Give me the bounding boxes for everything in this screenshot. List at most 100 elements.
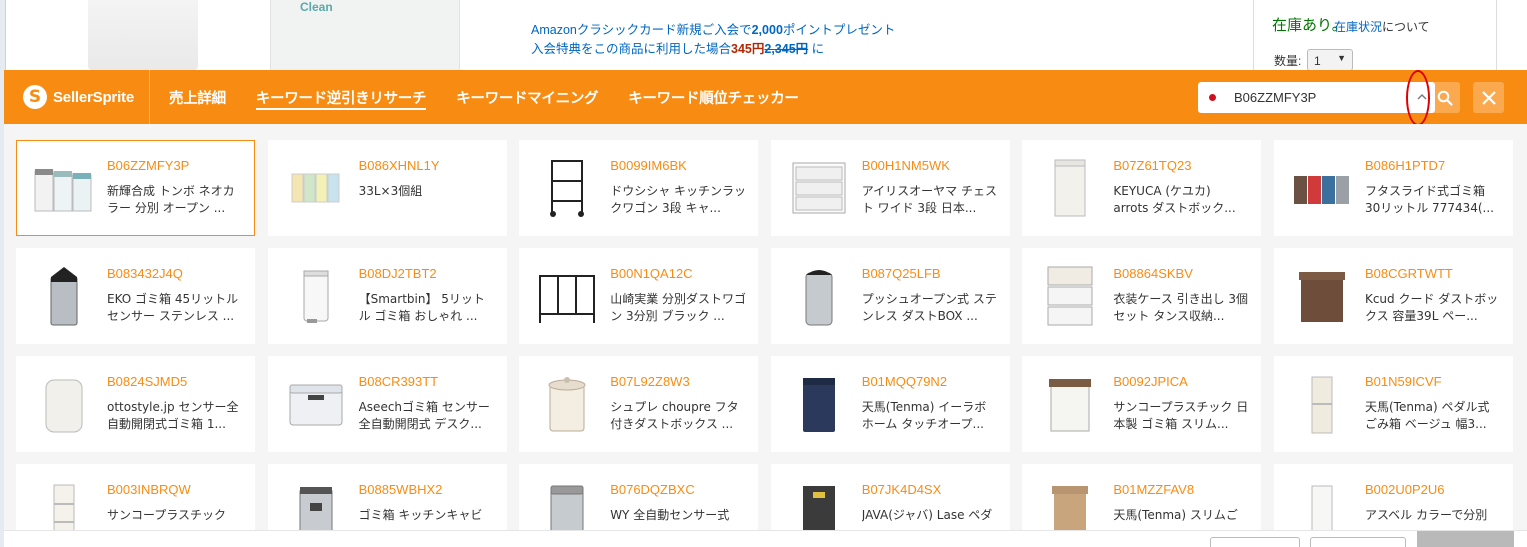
bottom-button-2[interactable] <box>1310 537 1406 547</box>
marketplace-flag-icon[interactable] <box>1209 94 1216 101</box>
product-asin[interactable]: B083432J4Q <box>107 266 183 281</box>
buybox-divider-right <box>1496 0 1497 70</box>
product-image-label: Clean <box>300 0 333 14</box>
product-asin[interactable]: B076DQZBXC <box>610 482 695 497</box>
product-title: WY 全自動センサー式 <box>610 508 730 522</box>
search-button[interactable] <box>1430 82 1460 113</box>
bottom-button-3[interactable] <box>1417 531 1514 547</box>
product-card[interactable]: B002U0P2U6 アスベル カラーで分別 <box>1273 464 1513 530</box>
product-title: ottostyle.jp センサー全自動開閉式ゴミ箱 1... <box>107 400 239 431</box>
product-card[interactable]: B083432J4Q EKO ゴミ箱 45リットル センサー ステンレス ... <box>16 248 255 344</box>
product-asin[interactable]: B00N1QA12C <box>610 266 692 281</box>
product-card[interactable]: B01MZZFAV8 天馬(Tenma) スリムご <box>1022 464 1262 530</box>
sensor-bin-icon <box>534 479 600 530</box>
card-promo-text[interactable]: Amazonクラシックカード新規ご入会で2,000ポイントプレゼント 入会特典を… <box>531 21 895 59</box>
product-card[interactable]: B08CGRTWTT Kcud クード ダストボックス 容量39L ペー... <box>1273 248 1513 344</box>
product-title: アスベル カラーで分別 <box>1364 508 1488 522</box>
product-image-main <box>270 0 460 70</box>
product-asin[interactable]: B07JK4D4SX <box>862 482 942 497</box>
product-asin[interactable]: B00H1NM5WK <box>862 158 950 173</box>
navy-bin-icon <box>786 371 852 437</box>
product-asin[interactable]: B0885WBHX2 <box>359 482 443 497</box>
product-image-thumb <box>88 0 198 70</box>
slim-bin-icon <box>1037 371 1103 437</box>
product-card[interactable]: B086XHNL1Y 33L×3個組 <box>267 140 507 236</box>
product-card[interactable]: B0099IM6BK ドウシシャ キッチンラックワゴン 3段 キャ... <box>519 140 759 236</box>
product-asin[interactable]: B087Q25LFB <box>862 266 941 281</box>
buybox-divider <box>1253 0 1254 70</box>
product-card[interactable]: B0092JPICA サンコープラスチック 日本製 ゴミ箱 スリム... <box>1022 356 1262 452</box>
quantity-select[interactable]: 1 ▼ <box>1307 49 1353 71</box>
logo-icon: S <box>23 85 47 109</box>
product-asin[interactable]: B01MZZFAV8 <box>1113 482 1194 497</box>
nav-item-keyword-mining[interactable]: キーワードマイニング <box>456 70 598 124</box>
product-card[interactable]: B07L92Z8W3 シュプレ choupre フタ付きダストボックス ... <box>519 356 759 452</box>
asin-search-input[interactable] <box>1234 90 1399 105</box>
product-card[interactable]: B0824SJMD5 ottostyle.jp センサー全自動開閉式ゴミ箱 1..… <box>16 356 255 452</box>
product-asin[interactable]: B0824SJMD5 <box>107 374 187 389</box>
three-bins-icon <box>31 155 97 221</box>
product-asin[interactable]: B07Z61TQ23 <box>1113 158 1191 173</box>
nav-item-sales-detail[interactable]: 売上詳細 <box>169 70 226 124</box>
product-card[interactable]: B00H1NM5WK アイリスオーヤマ チェスト ワイド 3段 日本... <box>770 140 1010 236</box>
product-card[interactable]: B076DQZBXC WY 全自動センサー式 <box>519 464 759 530</box>
round-bin-icon <box>31 371 97 437</box>
product-title: EKO ゴミ箱 45リットル センサー ステンレス ... <box>107 292 239 323</box>
product-title: ゴミ箱 キッチンキャビ <box>358 508 483 522</box>
product-title: ドウシシャ キッチンラックワゴン 3段 キャ... <box>610 184 747 215</box>
product-card[interactable]: B07Z61TQ23 KEYUCA (ケユカ) arrots ダストボック... <box>1022 140 1262 236</box>
tan-bin-icon <box>1037 479 1103 530</box>
product-title: 新輝合成 トンボ ネオカラー 分別 オープン ... <box>107 184 235 215</box>
logo-text: SellerSprite <box>53 88 134 106</box>
product-card[interactable]: B0885WBHX2 ゴミ箱 キッチンキャビ <box>267 464 507 530</box>
product-card[interactable]: B087Q25LFB プッシュオープン式 ステンレス ダストBOX ... <box>770 248 1010 344</box>
steel-bin-icon <box>31 263 97 329</box>
product-asin[interactable]: B0099IM6BK <box>610 158 687 173</box>
sellersprite-logo[interactable]: S SellerSprite <box>4 70 150 124</box>
bottom-button-1[interactable] <box>1210 537 1300 547</box>
product-asin[interactable]: B003INBRQW <box>107 482 191 497</box>
product-card[interactable]: B06ZZMFY3P 新輝合成 トンボ ネオカラー 分別 オープン ... <box>16 140 255 236</box>
product-card[interactable]: B08864SKBV 衣装ケース 引き出し 3個セット タンス収納... <box>1022 248 1262 344</box>
product-asin[interactable]: B002U0P2U6 <box>1365 482 1445 497</box>
close-icon <box>1481 90 1496 105</box>
product-title: 天馬(Tenma) スリムご <box>1113 508 1238 522</box>
product-title: 【Smartbin】 5リットル ゴミ箱 おしゃれ ... <box>358 292 485 323</box>
product-card[interactable]: B086H1PTD7 フタスライド式ゴミ箱 30リットル 777434(... <box>1273 140 1513 236</box>
product-title: シュプレ choupre フタ付きダストボックス ... <box>610 400 739 431</box>
cabinet-bin-icon <box>283 479 349 530</box>
product-asin[interactable]: B08864SKBV <box>1113 266 1193 281</box>
color-bins-icon <box>1289 155 1355 221</box>
product-card[interactable]: B01N59ICVF 天馬(Tenma) ペダル式 ごみ箱 ベージュ 幅3... <box>1273 356 1513 452</box>
product-asin[interactable]: B01MQQ79N2 <box>862 374 947 389</box>
product-card[interactable]: B07JK4D4SX JAVA(ジャバ) Lase ペダ <box>770 464 1010 530</box>
nav-item-reverse-keyword[interactable]: キーワード逆引きリサーチ <box>255 70 427 124</box>
chest-drawer-icon <box>786 155 852 221</box>
product-asin[interactable]: B06ZZMFY3P <box>107 158 189 173</box>
product-asin[interactable]: B08CGRTWTT <box>1365 266 1453 281</box>
product-title: 天馬(Tenma) イーラボ ホーム タッチオープ... <box>861 400 987 431</box>
sellersprite-toolbar: S SellerSprite 売上詳細 キーワード逆引きリサーチ キーワードマイ… <box>4 70 1527 126</box>
bag-rack-icon <box>534 263 600 329</box>
storage-case-icon <box>1037 263 1103 329</box>
white-bin-icon <box>1037 155 1103 221</box>
product-card[interactable]: B00N1QA12C 山崎実業 分別ダストワゴン 3分別 ブラック ... <box>519 248 759 344</box>
nav-item-rank-checker[interactable]: キーワード順位チェッカー <box>628 70 799 124</box>
asin-search-box[interactable] <box>1198 82 1435 113</box>
product-card[interactable]: B08DJ2TBT2 【Smartbin】 5リットル ゴミ箱 おしゃれ ... <box>267 248 507 344</box>
product-asin[interactable]: B07L92Z8W3 <box>610 374 690 389</box>
product-asin[interactable]: B086H1PTD7 <box>1365 158 1445 173</box>
product-asin[interactable]: B086XHNL1Y <box>359 158 440 173</box>
pastel-bins-icon <box>283 155 349 221</box>
product-asin[interactable]: B01N59ICVF <box>1365 374 1442 389</box>
product-asin[interactable]: B08DJ2TBT2 <box>359 266 437 281</box>
product-card[interactable]: B003INBRQW サンコープラスチック <box>16 464 255 530</box>
close-button[interactable] <box>1473 82 1504 113</box>
brown-bin-icon <box>1289 263 1355 329</box>
product-asin[interactable]: B08CR393TT <box>359 374 438 389</box>
product-card[interactable]: B08CR393TT Aseechゴミ箱 センサー全自動開閉式 デスク... <box>267 356 507 452</box>
product-title: サンコープラスチック 日本製 ゴミ箱 スリム... <box>1113 400 1249 431</box>
product-card[interactable]: B01MQQ79N2 天馬(Tenma) イーラボ ホーム タッチオープ... <box>770 356 1010 452</box>
stock-info-link[interactable]: 在庫状況について <box>1334 18 1430 35</box>
product-asin[interactable]: B0092JPICA <box>1113 374 1187 389</box>
